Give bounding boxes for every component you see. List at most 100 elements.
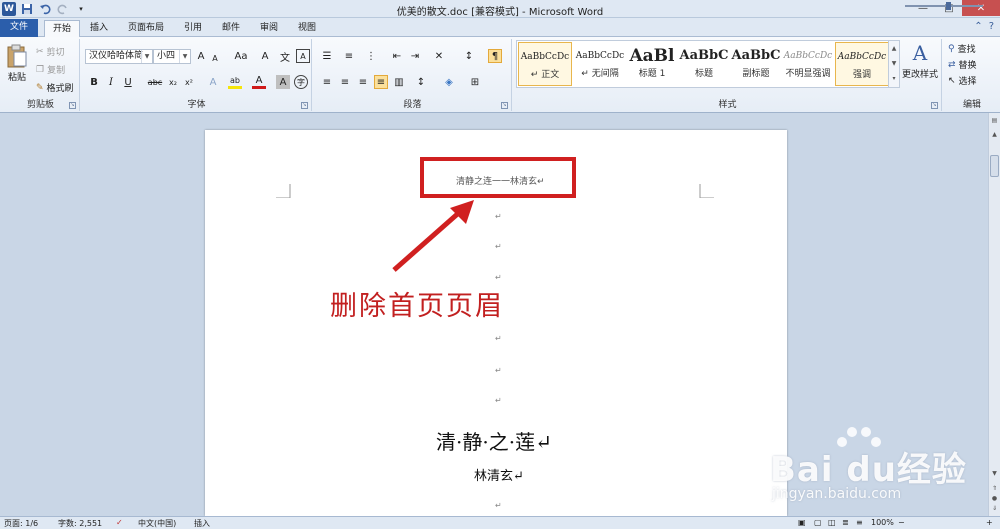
insert-mode[interactable]: 插入 (194, 518, 210, 529)
vertical-scrollbar[interactable]: ▤ ▲ ▼ ⇑ ● ⇓ (988, 113, 1000, 516)
copy-button[interactable]: ❐ 复制 (36, 63, 66, 77)
enclose-char-button[interactable]: 字 (294, 75, 308, 89)
style-subtle-emphasis[interactable]: AaBbCcDc 不明显强调 (781, 42, 835, 86)
page-count[interactable]: 页面: 1/6 (4, 518, 38, 529)
style-normal[interactable]: AaBbCcDc ↵ 正文 (518, 42, 572, 86)
borders-button[interactable]: ⊞ (468, 75, 482, 89)
font-color-button[interactable]: A (252, 75, 266, 89)
print-layout-view-icon[interactable]: ▣ (798, 518, 806, 527)
tab-insert[interactable]: 插入 (82, 20, 116, 37)
decrease-indent-button[interactable]: ⇤ (390, 49, 404, 63)
paragraph-group: ☰ ≡ ⋮ ⇤ ⇥ ✕ ↕ ¶ ≡ ≡ ≡ ≡ ▥ ↕ ◈ ⊞ 段落 ↘ (314, 39, 512, 111)
chevron-up-icon[interactable]: ▲ (989, 129, 1000, 140)
help-icon[interactable]: ? (989, 21, 994, 32)
font-size-combo[interactable]: 小四 ▼ (153, 49, 191, 64)
tab-review[interactable]: 审阅 (252, 20, 286, 37)
zoom-slider-thumb[interactable] (946, 2, 951, 10)
italic-button[interactable]: I (104, 75, 118, 89)
full-screen-view-icon[interactable]: ▢ (814, 518, 822, 527)
align-center-button[interactable]: ≡ (338, 75, 352, 89)
change-styles-button[interactable]: A 更改样式 (902, 41, 938, 80)
web-layout-view-icon[interactable]: ◫ (828, 518, 836, 527)
tab-page-layout[interactable]: 页面布局 (120, 20, 172, 37)
change-case-button[interactable]: Aa (232, 49, 250, 63)
minimize-ribbon-icon[interactable]: ⌃ (974, 21, 982, 32)
document-author[interactable]: 林清玄↵ (474, 465, 524, 484)
tab-home[interactable]: 开始 (44, 20, 81, 38)
char-border-button[interactable]: A (296, 49, 310, 63)
grow-font-button[interactable]: A (194, 49, 208, 63)
line-spacing-button[interactable]: ↕ (414, 75, 428, 89)
subscript-button[interactable]: x₂ (166, 75, 180, 89)
tab-mailings[interactable]: 邮件 (214, 20, 248, 37)
gallery-expand-icon[interactable]: ▾ (889, 71, 899, 86)
chevron-down-icon[interactable]: ▼ (141, 50, 152, 63)
clipboard-group-label: 剪贴板 (26, 100, 54, 110)
styles-launcher-icon[interactable]: ↘ (931, 102, 938, 109)
close-button[interactable]: ✕ (962, 0, 1000, 16)
sort-button[interactable]: ↕ (462, 49, 476, 63)
word-count[interactable]: 字数: 2,551 (58, 518, 102, 529)
char-shading-button[interactable]: A (276, 75, 290, 89)
phonetic-guide-button[interactable]: 文 (278, 49, 292, 64)
strikethrough-button[interactable]: abc (146, 75, 164, 89)
tab-file[interactable]: 文件 (0, 19, 38, 37)
zoom-in-icon[interactable]: + (986, 518, 993, 527)
align-left-button[interactable]: ≡ (320, 75, 334, 89)
multilevel-list-button[interactable]: ⋮ (364, 49, 378, 63)
bullets-button[interactable]: ☰ (320, 49, 334, 63)
bold-button[interactable]: B (87, 75, 101, 89)
shading-button[interactable]: ◈ (442, 75, 456, 89)
zoom-slider[interactable] (905, 5, 983, 7)
outline-view-icon[interactable]: ≣ (842, 518, 849, 527)
tab-references[interactable]: 引用 (176, 20, 210, 37)
justify-button[interactable]: ≡ (374, 75, 388, 89)
tab-view[interactable]: 视图 (290, 20, 324, 37)
find-button[interactable]: ⚲ 查找 (948, 42, 976, 56)
text-effects-button[interactable]: A (206, 75, 220, 89)
show-marks-button[interactable]: ¶ (488, 49, 502, 63)
style-emphasis[interactable]: AaBbCcDc 强调 (835, 42, 889, 86)
chevron-up-icon[interactable]: ▲ (889, 41, 899, 56)
next-page-icon[interactable]: ⇓ (989, 503, 1000, 514)
scroll-thumb[interactable] (990, 155, 999, 177)
draft-view-icon[interactable]: ≡ (856, 518, 863, 527)
font-launcher-icon[interactable]: ↘ (301, 102, 308, 109)
superscript-button[interactable]: x² (182, 75, 196, 89)
chevron-down-icon[interactable]: ▼ (989, 468, 1000, 479)
increase-indent-button[interactable]: ⇥ (408, 49, 422, 63)
proofing-icon[interactable]: ✓ (116, 518, 123, 527)
chinese-layout-button[interactable]: ✕ (432, 49, 446, 63)
paste-button[interactable]: 粘贴 (6, 43, 28, 83)
zoom-level[interactable]: 100% (871, 518, 894, 527)
cut-button[interactable]: ✂ 剪切 (36, 45, 65, 59)
style-subtitle[interactable]: AaBbC 副标题 (729, 42, 783, 86)
gallery-scroll[interactable]: ▲ ▼ ▾ (888, 40, 900, 88)
style-preview: AaBbCcDc (837, 52, 887, 62)
highlight-button[interactable]: ab (228, 75, 242, 89)
paragraph-launcher-icon[interactable]: ↘ (501, 102, 508, 109)
chevron-down-icon[interactable]: ▼ (179, 50, 190, 63)
numbering-button[interactable]: ≡ (342, 49, 356, 63)
clear-format-button[interactable]: A (258, 49, 272, 63)
minimize-button[interactable]: — (910, 0, 936, 16)
format-painter-button[interactable]: ✎ 格式刷 (36, 81, 74, 95)
select-label: 选择 (958, 77, 977, 87)
clipboard-launcher-icon[interactable]: ↘ (69, 102, 76, 109)
underline-button[interactable]: U (121, 75, 135, 89)
copy-label: 复制 (47, 66, 66, 76)
replace-button[interactable]: ⇄ 替换 (948, 58, 977, 72)
shrink-font-button[interactable]: A (208, 51, 222, 65)
select-button[interactable]: ↖ 选择 (948, 74, 977, 88)
style-title[interactable]: AaBbC 标题 (677, 42, 731, 86)
font-name-combo[interactable]: 汉仪哈哈体简 ▼ (85, 49, 153, 64)
style-heading-1[interactable]: AaBl 标题 1 (625, 42, 679, 86)
document-title[interactable]: 清·静·之·莲↵ (436, 426, 552, 455)
language-status[interactable]: 中文(中国) (138, 518, 176, 529)
zoom-out-icon[interactable]: − (898, 518, 905, 527)
style-no-spacing[interactable]: AaBbCcDc ↵ 无间隔 (573, 42, 627, 86)
ruler-toggle-icon[interactable]: ▤ (989, 115, 1000, 126)
align-right-button[interactable]: ≡ (356, 75, 370, 89)
chevron-down-icon[interactable]: ▼ (889, 56, 899, 71)
distributed-button[interactable]: ▥ (392, 75, 406, 89)
